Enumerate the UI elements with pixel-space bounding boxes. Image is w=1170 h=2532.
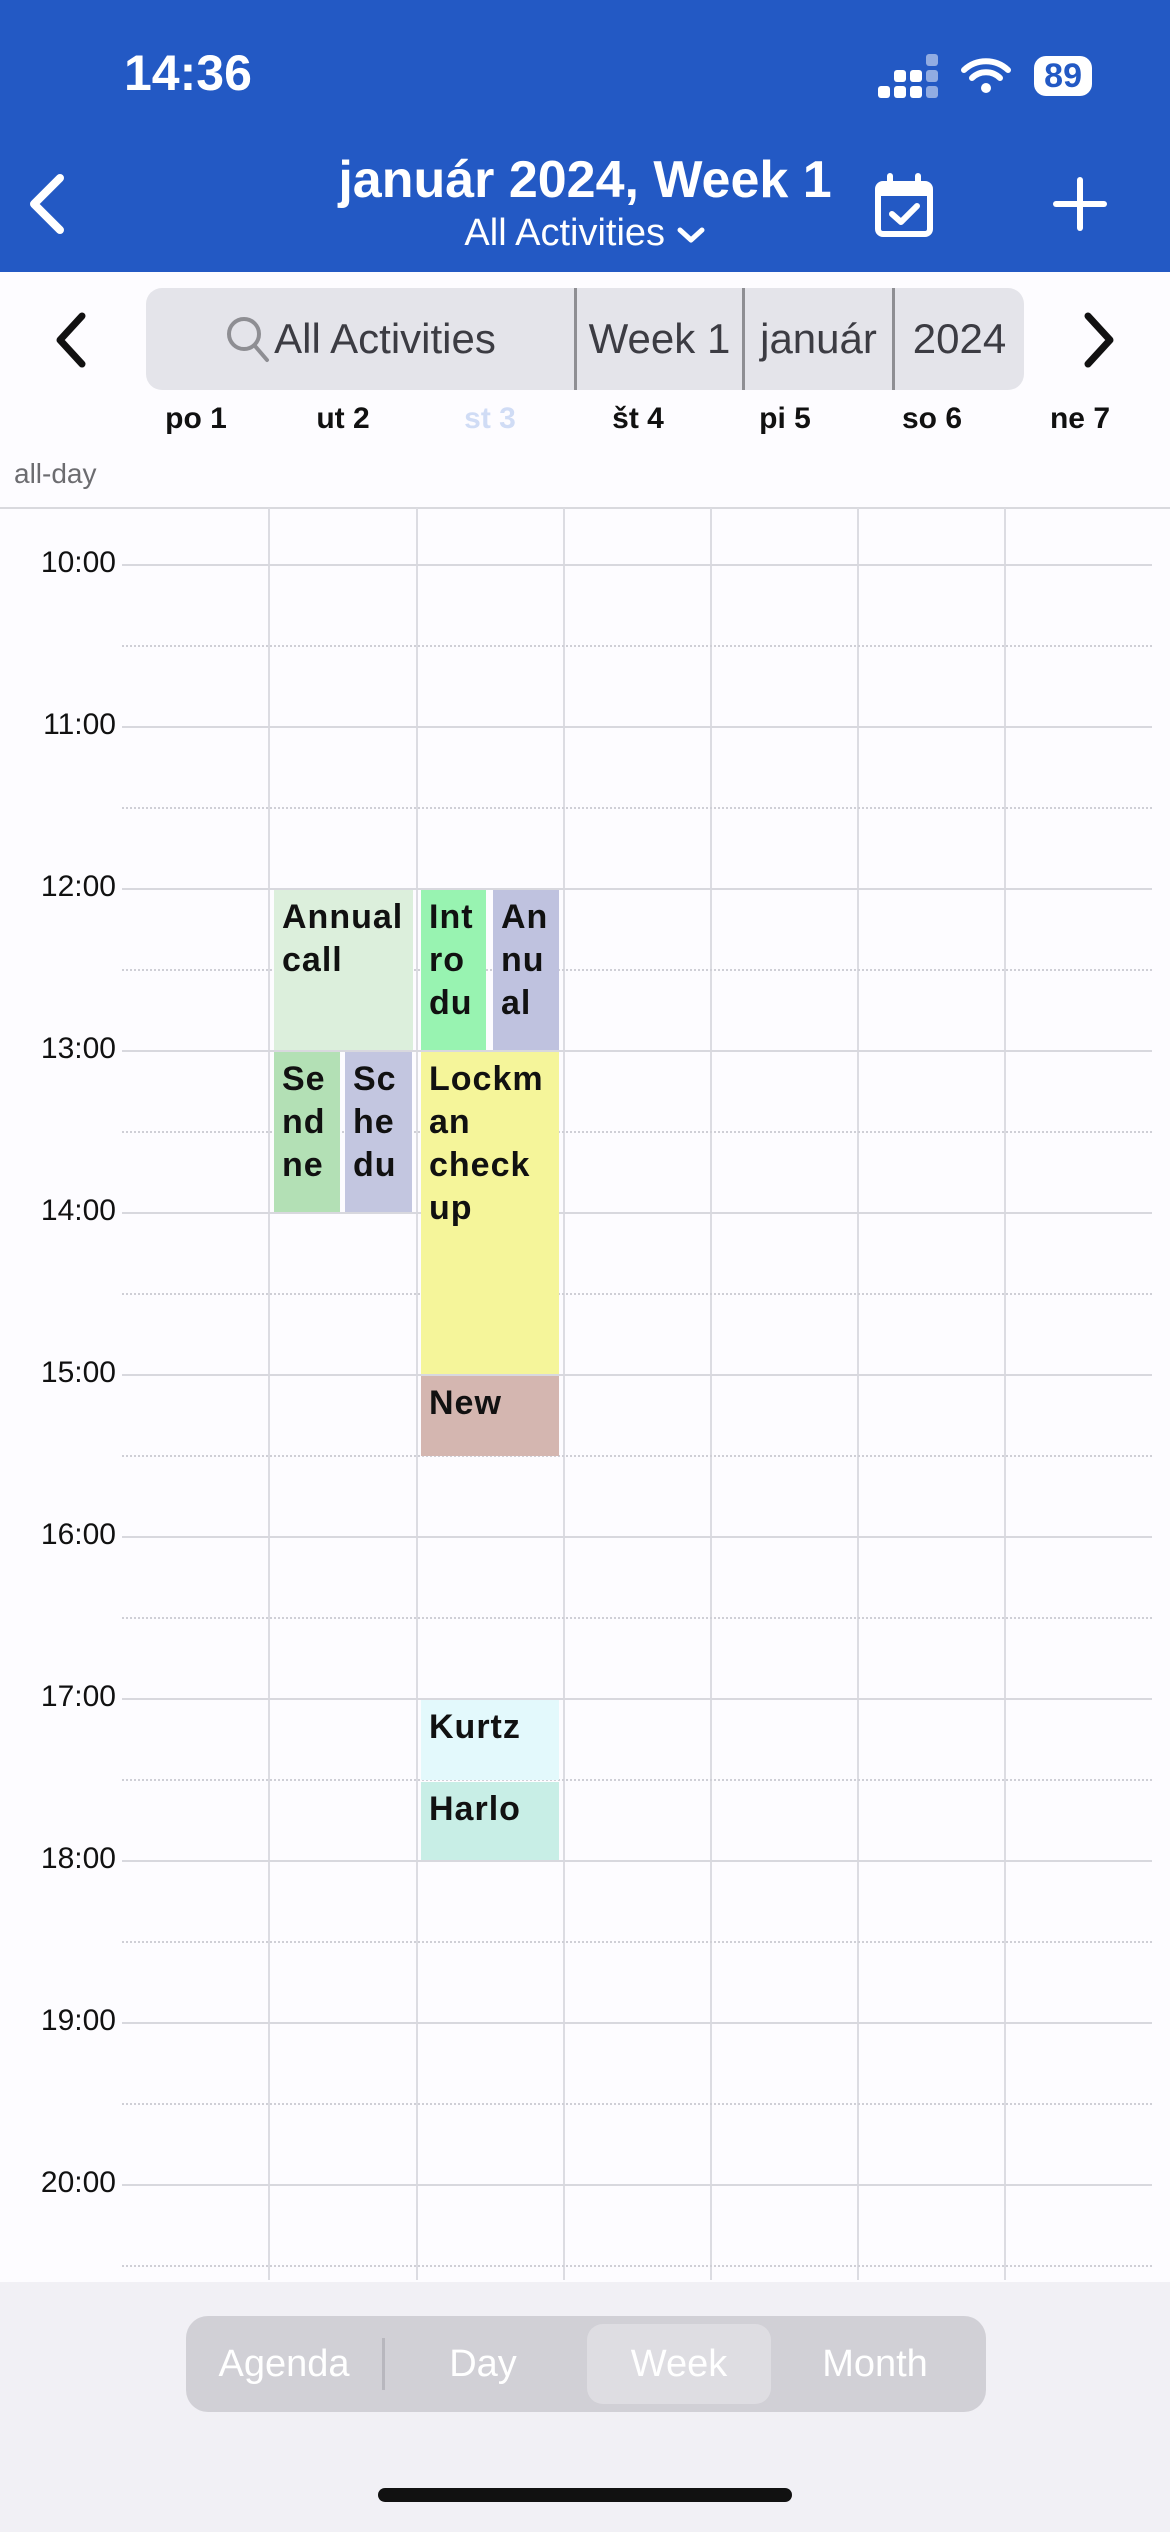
add-icon[interactable] <box>1052 176 1108 232</box>
search-icon <box>227 317 270 362</box>
hour-label: 13:00 <box>40 1032 116 1065</box>
hour-line <box>122 1698 1152 1700</box>
hour-line <box>122 2184 1152 2186</box>
day-header-mon[interactable]: po 1 <box>146 402 246 436</box>
day-header-fri[interactable]: pi 5 <box>735 402 835 436</box>
prev-week-icon[interactable] <box>46 308 98 372</box>
half-hour-line <box>122 1617 1152 1619</box>
hour-line <box>122 2022 1152 2024</box>
hour-label: 19:00 <box>40 2004 116 2037</box>
tab-week[interactable]: Week <box>587 2324 771 2404</box>
half-hour-line <box>122 2103 1152 2105</box>
hour-line <box>122 726 1152 728</box>
day-header-tue[interactable]: ut 2 <box>293 402 393 436</box>
divider <box>0 507 1170 509</box>
day-divider <box>268 508 270 2280</box>
status-time: 14:36 <box>124 45 252 101</box>
subtitle-label: All Activities <box>464 212 666 254</box>
month-selector[interactable]: január <box>742 288 892 390</box>
all-day-label: all-day <box>14 458 97 489</box>
cellular-signal-icon <box>878 54 939 98</box>
half-hour-line <box>122 2265 1152 2267</box>
half-hour-line <box>122 1455 1152 1457</box>
home-indicator <box>378 2488 792 2502</box>
day-divider <box>1004 508 1006 2280</box>
day-divider <box>563 508 565 2280</box>
day-divider <box>710 508 712 2280</box>
event-lockman-checkup[interactable]: Lockm an check up <box>421 1052 559 1374</box>
event-new[interactable]: New <box>421 1376 559 1456</box>
day-divider <box>857 508 859 2280</box>
view-switcher: Agenda Day Week Month <box>186 2316 986 2412</box>
wifi-icon <box>961 58 1012 93</box>
tab-agenda[interactable]: Agenda <box>186 2316 382 2412</box>
calendar-today-icon[interactable] <box>872 172 936 240</box>
hour-line <box>122 1374 1152 1376</box>
year-selector[interactable]: 2024 <box>892 288 1024 390</box>
day-header-wed-today[interactable]: st 3 <box>440 402 540 436</box>
day-header-sun[interactable]: ne 7 <box>1030 402 1130 436</box>
tab-day[interactable]: Day <box>385 2316 581 2412</box>
half-hour-line <box>122 1779 1152 1781</box>
search-label: All Activities <box>274 315 496 362</box>
hour-label: 18:00 <box>40 1842 116 1875</box>
week-selector[interactable]: Week 1 <box>574 288 742 390</box>
hour-line <box>122 1212 1152 1214</box>
battery-icon: 89 <box>1034 56 1092 96</box>
event-annual[interactable]: An nu al <box>493 890 559 1050</box>
event-introduction[interactable]: Int ro du <box>421 890 486 1050</box>
event-schedule[interactable]: Sc he du <box>345 1052 412 1212</box>
hour-label: 12:00 <box>40 870 116 903</box>
event-annual-call[interactable]: Annual call <box>274 890 413 1050</box>
hour-line <box>122 1536 1152 1538</box>
hour-label: 10:00 <box>40 546 116 579</box>
half-hour-line <box>122 1293 1152 1295</box>
search-activities-button[interactable]: All Activities <box>146 288 574 390</box>
hour-label: 16:00 <box>40 1518 116 1551</box>
chevron-down-icon <box>677 227 705 243</box>
event-harlo[interactable]: Harlo <box>421 1782 559 1860</box>
header-bar: 14:36 89 január 2024, Week 1 All Activit… <box>0 0 1170 272</box>
page-title: január 2024, Week 1 <box>338 151 832 209</box>
status-icons: 89 <box>878 54 1092 98</box>
half-hour-line <box>122 807 1152 809</box>
hour-label: 20:00 <box>40 2166 116 2199</box>
activity-filter-dropdown[interactable]: All Activities <box>0 212 1170 255</box>
hour-label: 11:00 <box>43 708 116 741</box>
half-hour-line <box>122 1941 1152 1943</box>
hour-label: 14:00 <box>40 1194 116 1227</box>
hour-label: 15:00 <box>40 1356 116 1389</box>
hour-label: 17:00 <box>40 1680 116 1713</box>
day-divider <box>416 508 418 2280</box>
hour-line <box>122 564 1152 566</box>
day-header-thu[interactable]: št 4 <box>588 402 688 436</box>
event-send[interactable]: Se nd ne <box>274 1052 340 1212</box>
half-hour-line <box>122 645 1152 647</box>
tab-month[interactable]: Month <box>777 2316 973 2412</box>
next-week-icon[interactable] <box>1072 308 1124 372</box>
filter-segment-bar: All Activities Week 1 január 2024 <box>146 288 1024 390</box>
hour-line <box>122 1860 1152 1862</box>
day-header-sat[interactable]: so 6 <box>882 402 982 436</box>
event-kurtz[interactable]: Kurtz <box>421 1700 559 1780</box>
